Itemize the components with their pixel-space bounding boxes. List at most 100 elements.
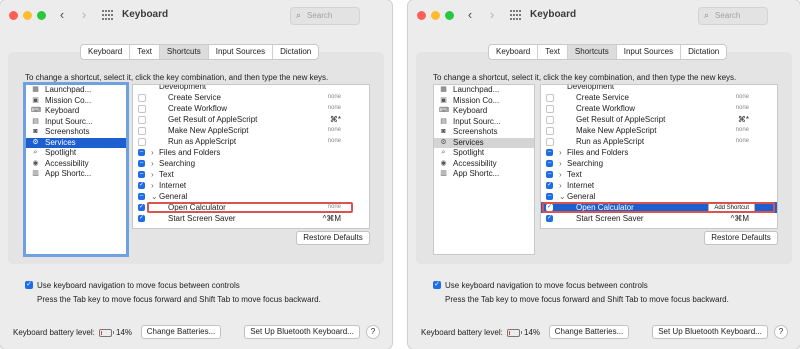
tab-text[interactable]: Text: [130, 45, 160, 59]
shortcut-row[interactable]: Make New AppleScript none: [541, 125, 777, 136]
shortcut-keys[interactable]: none: [736, 136, 749, 147]
forward-chevron-icon[interactable]: ›: [78, 8, 90, 22]
category-item[interactable]: ▣ Mission Co...: [26, 96, 126, 107]
shortcut-checkbox[interactable]: [546, 105, 554, 113]
shortcut-checkbox[interactable]: –: [546, 160, 553, 167]
shortcut-row[interactable]: ✓ › Internet: [133, 180, 369, 191]
chevron-right-icon[interactable]: ›: [559, 147, 562, 158]
shortcut-row[interactable]: Create Service none: [541, 92, 777, 103]
tab-keyboard[interactable]: Keyboard: [489, 45, 539, 59]
tab-text[interactable]: Text: [538, 45, 568, 59]
shortcut-checkbox[interactable]: ✓: [138, 182, 145, 189]
zoom-button[interactable]: [37, 11, 46, 20]
zoom-button[interactable]: [445, 11, 454, 20]
change-batteries-button[interactable]: Change Batteries...: [141, 325, 221, 339]
search-input[interactable]: [715, 10, 763, 21]
search-input[interactable]: [307, 10, 355, 21]
keyboard-navigation-checkbox[interactable]: ✓: [25, 281, 33, 289]
close-button[interactable]: [417, 11, 426, 20]
show-all-grid-icon[interactable]: [102, 10, 113, 21]
shortcut-row[interactable]: – › Searching: [541, 158, 777, 169]
chevron-down-icon[interactable]: ⌄: [559, 191, 566, 202]
tab-dictation[interactable]: Dictation: [681, 45, 726, 59]
category-item[interactable]: ▥ App Shortc...: [26, 169, 126, 180]
chevron-right-icon[interactable]: ›: [151, 180, 154, 191]
chevron-right-icon[interactable]: ›: [151, 158, 154, 169]
shortcut-row[interactable]: Get Result of AppleScript ⌘*: [133, 114, 369, 125]
shortcut-row[interactable]: – ⌄ General: [541, 191, 777, 202]
show-all-grid-icon[interactable]: [510, 10, 521, 21]
shortcut-keys[interactable]: ⌘*: [330, 114, 341, 125]
shortcut-row[interactable]: Development: [541, 85, 777, 92]
restore-defaults-button[interactable]: Restore Defaults: [704, 231, 778, 245]
tab-dictation[interactable]: Dictation: [273, 45, 318, 59]
category-item[interactable]: ▦ Launchpad...: [434, 85, 534, 96]
category-item[interactable]: ◉ Accessibility: [26, 159, 126, 170]
shortcut-list[interactable]: Development Create Service none Create Work…: [540, 84, 778, 229]
shortcut-checkbox[interactable]: [138, 138, 146, 146]
category-item[interactable]: ◉ Accessibility: [434, 159, 534, 170]
category-item[interactable]: ▤ Input Sourc...: [434, 117, 534, 128]
shortcut-row[interactable]: – › Files and Folders: [541, 147, 777, 158]
category-item[interactable]: ⌕ Spotlight: [26, 148, 126, 159]
minimize-button[interactable]: [23, 11, 32, 20]
shortcut-row[interactable]: Create Workflow none: [133, 103, 369, 114]
category-item[interactable]: ◙ Screenshots: [434, 127, 534, 138]
shortcut-keys[interactable]: ⌘*: [738, 114, 749, 125]
shortcut-checkbox[interactable]: [138, 116, 146, 124]
shortcut-checkbox[interactable]: [546, 138, 554, 146]
shortcut-row[interactable]: – › Files and Folders: [133, 147, 369, 158]
shortcut-checkbox[interactable]: ✓: [546, 215, 553, 222]
shortcut-row[interactable]: Make New AppleScript none: [133, 125, 369, 136]
shortcut-checkbox[interactable]: –: [546, 149, 553, 156]
help-button[interactable]: ?: [774, 325, 788, 339]
shortcut-list[interactable]: Development Create Service none Create Work…: [132, 84, 370, 229]
close-button[interactable]: [9, 11, 18, 20]
change-batteries-button[interactable]: Change Batteries...: [549, 325, 629, 339]
shortcut-checkbox[interactable]: [138, 105, 146, 113]
chevron-right-icon[interactable]: ›: [559, 180, 562, 191]
category-item[interactable]: ▣ Mission Co...: [434, 96, 534, 107]
shortcut-checkbox[interactable]: –: [138, 160, 145, 167]
category-item[interactable]: ▦ Launchpad...: [26, 85, 126, 96]
forward-chevron-icon[interactable]: ›: [486, 8, 498, 22]
shortcut-row[interactable]: ✓ Start Screen Saver ^⌘M: [133, 213, 369, 224]
shortcut-checkbox[interactable]: ✓: [138, 204, 145, 211]
shortcut-row[interactable]: – › Text: [541, 169, 777, 180]
shortcut-checkbox[interactable]: –: [138, 171, 145, 178]
category-item[interactable]: ⚙ Services: [434, 137, 534, 148]
shortcut-row[interactable]: Run as AppleScript none: [541, 136, 777, 147]
shortcut-row[interactable]: – › Searching: [133, 158, 369, 169]
shortcut-keys[interactable]: none: [328, 136, 341, 147]
shortcut-keys[interactable]: none: [328, 92, 341, 103]
chevron-right-icon[interactable]: ›: [151, 147, 154, 158]
shortcut-row[interactable]: ✓ Start Screen Saver ^⌘M: [541, 213, 777, 224]
shortcut-checkbox[interactable]: [138, 127, 146, 135]
shortcut-keys[interactable]: none: [736, 92, 749, 103]
help-button[interactable]: ?: [366, 325, 380, 339]
shortcut-keys[interactable]: none: [736, 125, 749, 136]
tab-keyboard[interactable]: Keyboard: [81, 45, 131, 59]
shortcut-row[interactable]: ✓ › Internet: [541, 180, 777, 191]
chevron-right-icon[interactable]: ›: [559, 158, 562, 169]
chevron-right-icon[interactable]: ›: [559, 169, 562, 180]
shortcut-row[interactable]: Development: [133, 85, 369, 92]
back-chevron-icon[interactable]: ‹: [56, 8, 68, 22]
category-item[interactable]: ⌨ Keyboard: [434, 106, 534, 117]
shortcut-checkbox[interactable]: ✓: [546, 182, 553, 189]
shortcut-keys[interactable]: none: [736, 103, 749, 114]
shortcut-checkbox[interactable]: [546, 116, 554, 124]
category-item[interactable]: ▤ Input Sourc...: [26, 117, 126, 128]
shortcut-row[interactable]: – › Text: [133, 169, 369, 180]
shortcut-keys[interactable]: none: [328, 103, 341, 114]
category-item[interactable]: ⌕ Spotlight: [434, 148, 534, 159]
keyboard-navigation-checkbox[interactable]: ✓: [433, 281, 441, 289]
shortcut-row[interactable]: Get Result of AppleScript ⌘*: [541, 114, 777, 125]
tab-shortcuts[interactable]: Shortcuts: [567, 45, 617, 59]
category-list[interactable]: ▦ Launchpad... ▣ Mission Co... ⌨ Keyboard ▤ Inp…: [25, 84, 127, 255]
shortcut-checkbox[interactable]: ✓: [138, 215, 145, 222]
shortcut-checkbox[interactable]: –: [138, 193, 145, 200]
category-item[interactable]: ⚙ Services: [26, 137, 126, 148]
set-up-bluetooth-keyboard-button[interactable]: Set Up Bluetooth Keyboard...: [652, 325, 768, 339]
category-list[interactable]: ▦ Launchpad... ▣ Mission Co... ⌨ Keyboard ▤ Inp…: [433, 84, 535, 255]
